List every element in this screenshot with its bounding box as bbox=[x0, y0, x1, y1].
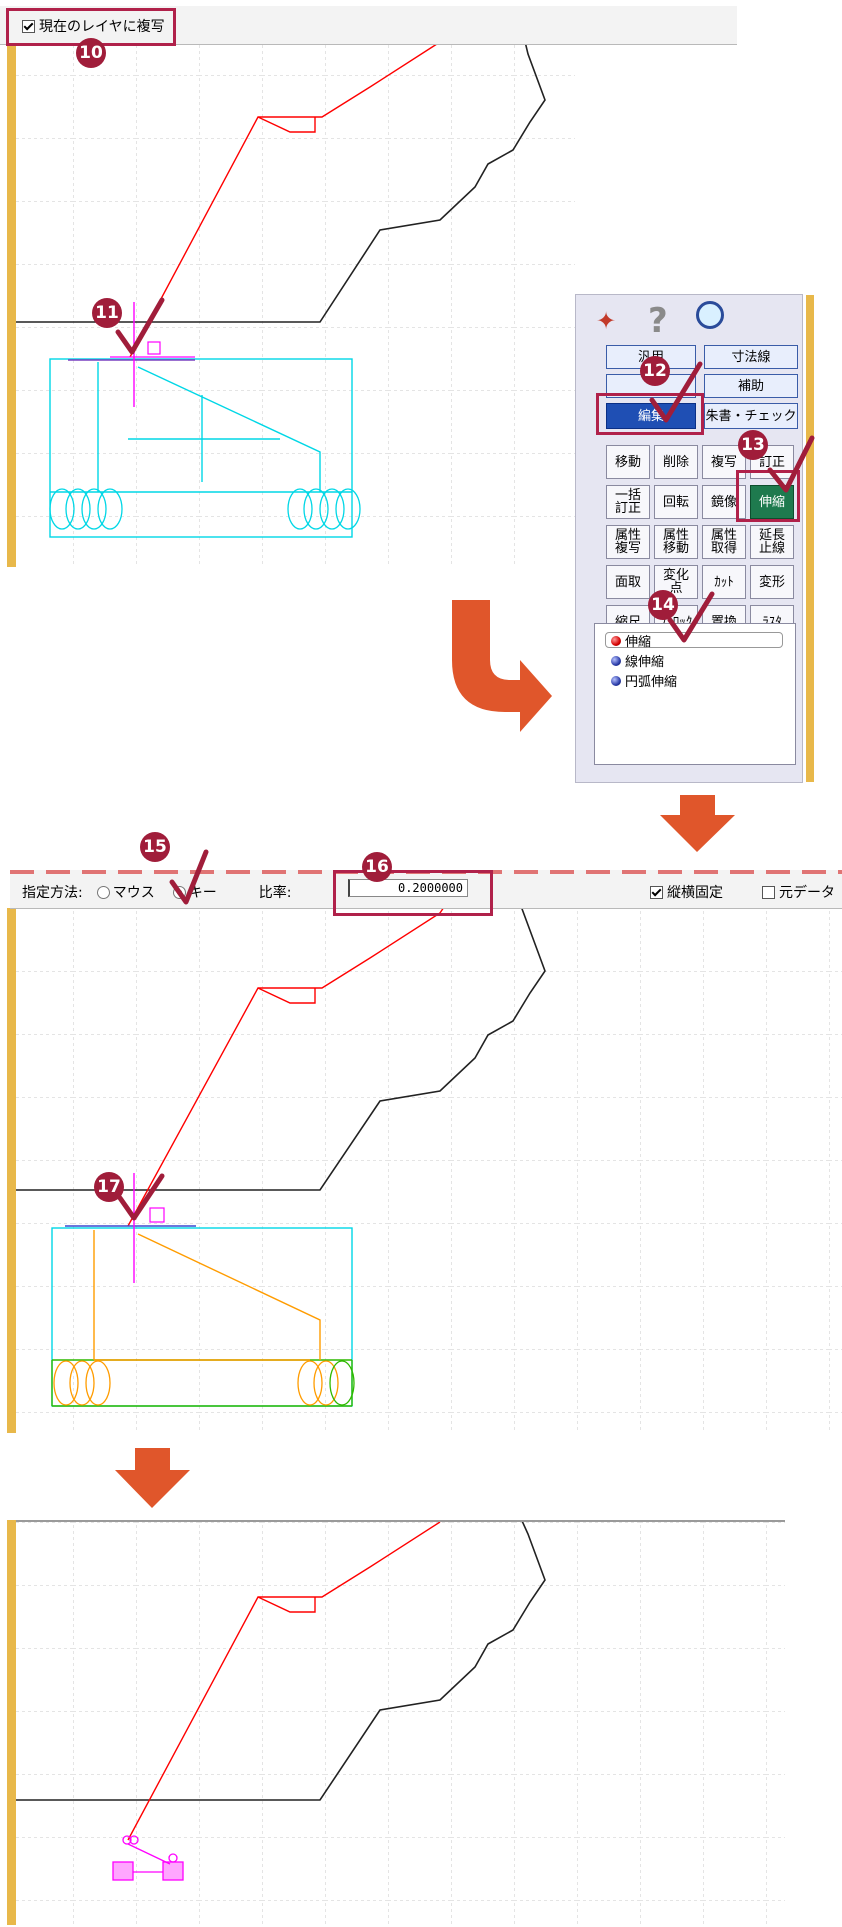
cmd-deform-button[interactable]: 変形 bbox=[750, 565, 794, 599]
cmd-extend-stopline-button[interactable]: 延長 止線 bbox=[750, 525, 794, 559]
command-palette: ✦ ? 汎用 寸法線 補助 編集 朱書・チェック 移動削除複写訂正一括 訂正回転… bbox=[575, 294, 814, 783]
option-stretch[interactable]: 伸縮 bbox=[611, 631, 651, 650]
radio-key-circle[interactable] bbox=[172, 885, 186, 899]
pin-icon[interactable]: ✦ bbox=[596, 307, 616, 335]
cad-drawing-3 bbox=[10, 1522, 785, 1927]
zoom-icon[interactable] bbox=[696, 301, 724, 329]
step-badge-12: 12 bbox=[640, 356, 670, 386]
cad-canvas-2[interactable] bbox=[10, 908, 842, 1433]
palette-tab-aux[interactable]: 補助 bbox=[704, 374, 798, 398]
help-icon[interactable]: ? bbox=[648, 301, 668, 341]
cad-canvas-1[interactable] bbox=[10, 12, 575, 567]
highlight-edit-tab bbox=[596, 393, 704, 435]
palette-gold-edge bbox=[806, 295, 814, 782]
cad-drawing-1 bbox=[10, 12, 575, 567]
option-dot-icon bbox=[611, 675, 621, 686]
curved-arrow-icon bbox=[452, 600, 552, 732]
method-label: 指定方法: bbox=[22, 885, 83, 901]
cmd-attr-get-button[interactable]: 属性 取得 bbox=[702, 525, 746, 559]
step-badge-11: 11 bbox=[92, 298, 122, 328]
cmd-move-button[interactable]: 移動 bbox=[606, 445, 650, 479]
cmd-delete-button[interactable]: 削除 bbox=[654, 445, 698, 479]
aspect-fix-box[interactable] bbox=[650, 885, 663, 899]
down-arrow-icon bbox=[115, 1448, 190, 1508]
cmd-chamfer-button[interactable]: 面取 bbox=[606, 565, 650, 599]
aspect-fix-checkbox[interactable]: 縦横固定 bbox=[650, 882, 723, 902]
step-badge-13: 13 bbox=[738, 430, 768, 460]
layer-bar-2 bbox=[7, 908, 16, 1433]
option-dot-icon bbox=[611, 655, 621, 666]
original-data-box[interactable] bbox=[762, 885, 775, 899]
layer-bar-1 bbox=[7, 12, 16, 567]
step-badge-14: 14 bbox=[648, 590, 678, 620]
step-badge-10: 10 bbox=[76, 38, 106, 68]
ratio-label: 比率: bbox=[258, 885, 292, 901]
stretch-options: 伸縮 線伸縮 円弧伸縮 bbox=[594, 623, 796, 765]
cmd-attr-copy-button[interactable]: 属性 複写 bbox=[606, 525, 650, 559]
palette-tab-dimension[interactable]: 寸法線 bbox=[704, 345, 798, 369]
cmd-rotate-button[interactable]: 回転 bbox=[654, 485, 698, 519]
method-group: 指定方法: マウス キー 比率: bbox=[22, 882, 291, 902]
option-line-stretch[interactable]: 線伸縮 bbox=[611, 651, 664, 670]
palette-tab-redline[interactable]: 朱書・チェック bbox=[704, 403, 798, 429]
radio-mouse[interactable]: マウス bbox=[96, 882, 155, 902]
original-data-checkbox[interactable]: 元データ bbox=[762, 882, 835, 902]
cmd-bulk-correct-button[interactable]: 一括 訂正 bbox=[606, 485, 650, 519]
step-badge-15: 15 bbox=[140, 832, 170, 862]
cad-drawing-2 bbox=[10, 908, 842, 1433]
highlight-stretch-btn bbox=[736, 470, 800, 522]
highlight-ratio-input bbox=[333, 870, 493, 916]
step-badge-17: 17 bbox=[94, 1172, 124, 1202]
step-badge-16: 16 bbox=[362, 852, 392, 882]
cmd-cut-button[interactable]: ｶｯﾄ bbox=[702, 565, 746, 599]
radio-mouse-circle[interactable] bbox=[96, 885, 110, 899]
down-arrow-icon bbox=[660, 795, 735, 852]
palette-header: ✦ ? bbox=[596, 301, 756, 341]
cmd-attr-move-button[interactable]: 属性 移動 bbox=[654, 525, 698, 559]
layer-bar-3 bbox=[7, 1520, 16, 1925]
cad-canvas-3[interactable] bbox=[10, 1520, 785, 1927]
radio-key[interactable]: キー bbox=[172, 882, 217, 902]
option-arc-stretch[interactable]: 円弧伸縮 bbox=[611, 671, 677, 690]
selected-dot-icon bbox=[611, 635, 621, 646]
